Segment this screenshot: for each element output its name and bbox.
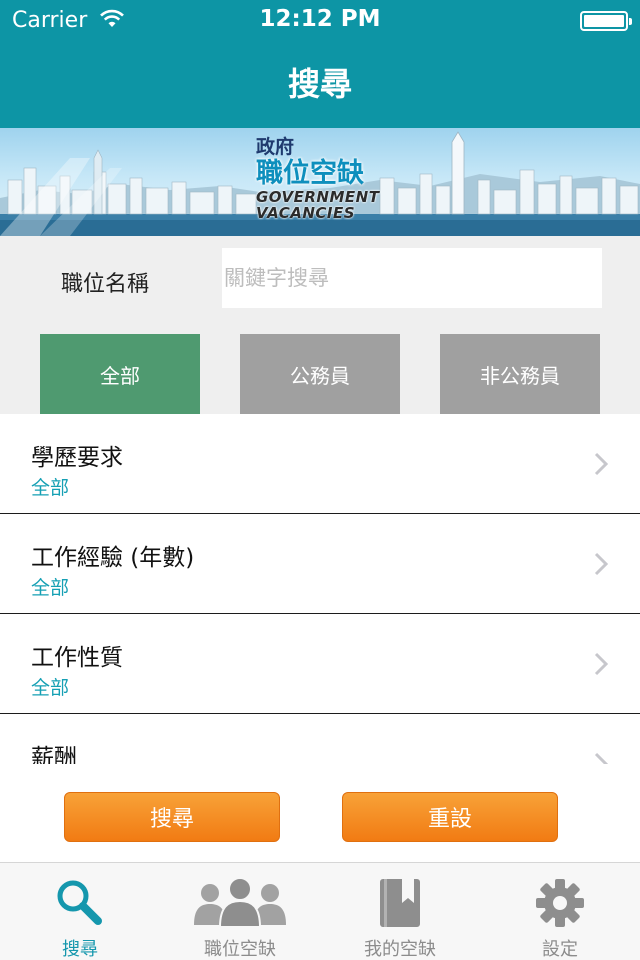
- row-title: 薪酬: [31, 745, 77, 764]
- chevron-right-icon: [594, 452, 608, 476]
- row-title: 工作性質: [31, 645, 123, 671]
- action-bar: 搜尋 重設: [0, 764, 640, 862]
- battery-icon: [580, 11, 632, 31]
- criteria-list: 學歷要求 全部 工作經驗 (年數) 全部 工作性質 全部 薪酬: [0, 414, 640, 764]
- clock: 12:12 PM: [259, 6, 381, 32]
- row-title: 學歷要求: [31, 445, 123, 471]
- gear-icon: [536, 879, 584, 927]
- chevron-right-icon: [594, 752, 608, 764]
- list-item-salary[interactable]: 薪酬: [0, 714, 640, 764]
- row-value: 全部: [31, 677, 70, 699]
- tab-job-vacancies[interactable]: 職位空缺: [160, 863, 320, 960]
- reset-button[interactable]: 重設: [342, 792, 558, 842]
- tab-bar: 搜尋 職位空缺 我的空缺 設定: [0, 862, 640, 960]
- chevron-right-icon: [594, 652, 608, 676]
- tab-settings[interactable]: 設定: [480, 863, 640, 960]
- status-bar: Carrier 12:12 PM: [0, 0, 640, 40]
- banner-logo: 政府 職位空缺 GOVERNMENT VACANCIES: [256, 136, 380, 222]
- row-title: 工作經驗 (年數): [31, 545, 195, 571]
- list-item-job-nature[interactable]: 工作性質 全部: [0, 614, 640, 714]
- row-value: 全部: [31, 577, 70, 599]
- government-vacancies-banner: 政府 職位空缺 GOVERNMENT VACANCIES: [0, 128, 640, 236]
- tab-civil-service[interactable]: 公務員: [240, 334, 400, 414]
- bookmark-book-icon: [380, 879, 420, 927]
- page-title: 搜尋: [287, 65, 352, 103]
- people-icon: [194, 877, 286, 928]
- list-item-experience[interactable]: 工作經驗 (年數) 全部: [0, 514, 640, 614]
- search-button[interactable]: 搜尋: [64, 792, 280, 842]
- search-icon: [57, 880, 102, 925]
- tab-my-vacancies[interactable]: 我的空缺: [320, 863, 480, 960]
- chevron-right-icon: [594, 552, 608, 576]
- header: Carrier 12:12 PM 搜尋: [0, 0, 640, 128]
- tab-search[interactable]: 搜尋: [0, 863, 160, 960]
- tab-non-civil-service[interactable]: 非公務員: [440, 334, 600, 414]
- keyword-search-input[interactable]: [222, 248, 602, 308]
- job-title-label: 職位名稱: [61, 272, 150, 297]
- employment-type-tabs: 全部 公務員 非公務員: [40, 334, 600, 414]
- tab-all[interactable]: 全部: [40, 334, 200, 414]
- list-item-education[interactable]: 學歷要求 全部: [0, 414, 640, 514]
- filter-panel: 職位名稱 全部 公務員 非公務員: [0, 236, 640, 414]
- row-value: 全部: [31, 477, 70, 499]
